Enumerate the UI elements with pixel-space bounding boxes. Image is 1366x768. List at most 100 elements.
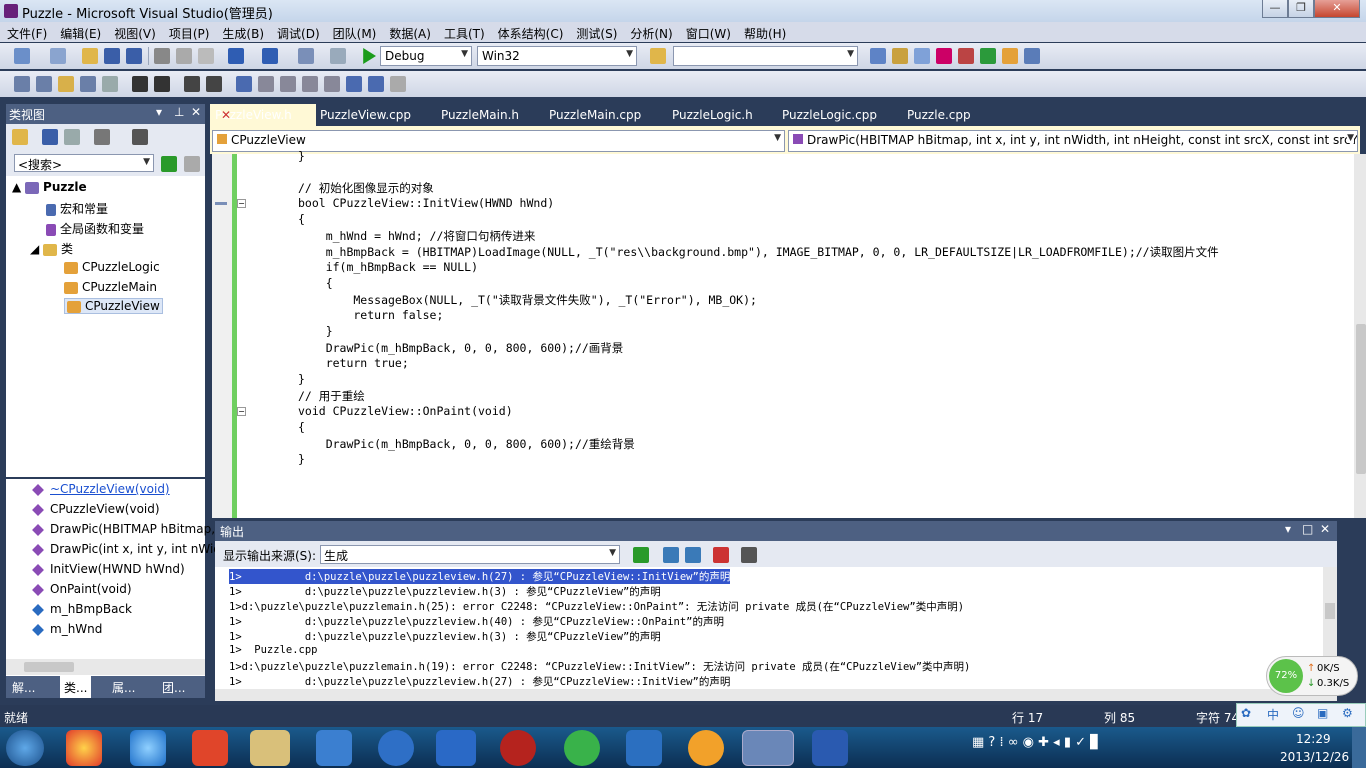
solution-platform-select[interactable]: Win32 ▼ bbox=[477, 46, 637, 66]
toolbox-icon[interactable] bbox=[936, 48, 952, 64]
decrease-indent-icon[interactable] bbox=[132, 76, 148, 92]
undo-icon[interactable] bbox=[228, 48, 244, 64]
tree-item-cpuzzleview[interactable]: CPuzzleView bbox=[64, 298, 163, 314]
increase-indent-icon[interactable] bbox=[154, 76, 170, 92]
panel-dropdown-icon[interactable]: ▾ bbox=[156, 105, 162, 119]
tab-puzzlelogic-cpp[interactable]: PuzzleLogic.cpp bbox=[782, 104, 877, 126]
folder-icon[interactable] bbox=[12, 129, 28, 145]
panel-dropdown-icon[interactable]: ▾ bbox=[1285, 522, 1291, 536]
display-parameter-info-icon[interactable] bbox=[36, 76, 52, 92]
properties-icon[interactable] bbox=[892, 48, 908, 64]
extension-icon[interactable] bbox=[980, 48, 996, 64]
tree-item-macros[interactable]: 宏和常量 bbox=[46, 200, 108, 217]
save-icon[interactable] bbox=[104, 48, 120, 64]
refresh-app-icon[interactable] bbox=[564, 730, 600, 766]
add-item-icon[interactable] bbox=[50, 48, 66, 64]
clear-bookmarks-icon[interactable] bbox=[390, 76, 406, 92]
menu-team[interactable]: 团队(M) bbox=[326, 22, 383, 42]
tools-icon[interactable] bbox=[958, 48, 974, 64]
find-symbol-icon[interactable] bbox=[132, 129, 148, 145]
list-item[interactable]: InitView(HWND hWnd) bbox=[6, 562, 185, 576]
find-in-files-icon[interactable] bbox=[650, 48, 666, 64]
browser-app-icon[interactable] bbox=[688, 730, 724, 766]
tree-root[interactable]: ▲ Puzzle bbox=[12, 180, 87, 194]
menu-data[interactable]: 数据(A) bbox=[382, 22, 437, 42]
maximize-panel-icon[interactable]: □ bbox=[1302, 522, 1313, 536]
next-bookmark-doc-icon[interactable] bbox=[368, 76, 384, 92]
menu-project[interactable]: 项目(P) bbox=[162, 22, 216, 42]
taskbar-app-icon[interactable] bbox=[66, 730, 102, 766]
list-item[interactable]: DrawPic(int x, int y, int nWid bbox=[6, 542, 221, 556]
tree-item-cpuzzlelogic[interactable]: CPuzzleLogic bbox=[64, 260, 160, 274]
image-icon[interactable]: ▣ bbox=[1317, 706, 1328, 720]
emoji-icon[interactable]: ☺ bbox=[1292, 706, 1305, 720]
network-meter[interactable]: 72% ↑ 0K/S ↓ 0.3K/S bbox=[1266, 656, 1358, 696]
editor-vscrollbar[interactable] bbox=[1354, 154, 1366, 518]
back-icon[interactable] bbox=[42, 129, 58, 145]
code-editor[interactable]: − − } // 初始化图像显示的对象 bool CPuzzleView::In… bbox=[212, 149, 1366, 518]
close-button[interactable]: ✕ bbox=[1314, 0, 1360, 18]
tab-team-explorer[interactable]: 团... bbox=[162, 679, 185, 696]
find-message-icon[interactable] bbox=[633, 547, 649, 563]
menu-help[interactable]: 帮助(H) bbox=[737, 22, 792, 42]
menu-tools[interactable]: 工具(T) bbox=[437, 22, 491, 42]
clear-all-icon[interactable] bbox=[713, 547, 729, 563]
tab-puzzlemain-cpp[interactable]: PuzzleMain.cpp bbox=[549, 104, 641, 126]
solution-explorer-icon[interactable] bbox=[870, 48, 886, 64]
list-item[interactable]: OnPaint(void) bbox=[6, 582, 132, 596]
menu-debug[interactable]: 调试(D) bbox=[270, 22, 326, 42]
ie-window-icon[interactable] bbox=[436, 730, 476, 766]
start-debugging-icon[interactable] bbox=[363, 48, 376, 64]
list-item[interactable]: CPuzzleView(void) bbox=[6, 502, 160, 516]
menu-view[interactable]: 视图(V) bbox=[107, 22, 162, 42]
clock-date[interactable]: 2013/12/26 bbox=[1280, 750, 1349, 764]
next-bookmark-icon[interactable] bbox=[280, 76, 296, 92]
cut-icon[interactable] bbox=[154, 48, 170, 64]
tab-puzzlemain-h[interactable]: PuzzleMain.h bbox=[441, 104, 519, 126]
collapse-icon[interactable]: − bbox=[237, 199, 246, 208]
tab-puzzlelogic-h[interactable]: PuzzleLogic.h bbox=[672, 104, 753, 126]
explorer-icon[interactable] bbox=[250, 730, 290, 766]
next-bookmark-folder-icon[interactable] bbox=[324, 76, 340, 92]
uncomment-icon[interactable] bbox=[206, 76, 222, 92]
toggle-bookmark-icon[interactable] bbox=[236, 76, 252, 92]
comment-icon[interactable] bbox=[184, 76, 200, 92]
ime-mode[interactable]: 中 bbox=[1267, 706, 1279, 723]
kugou-icon[interactable] bbox=[378, 730, 414, 766]
search-go-icon[interactable] bbox=[161, 156, 177, 172]
menu-analyze[interactable]: 分析(N) bbox=[623, 22, 678, 42]
close-panel-icon[interactable]: ✕ bbox=[191, 105, 201, 119]
class-view-icon[interactable] bbox=[1002, 48, 1018, 64]
word-icon[interactable] bbox=[812, 730, 848, 766]
outdent-icon[interactable] bbox=[102, 76, 118, 92]
list-item[interactable]: m_hWnd bbox=[6, 622, 102, 636]
tree-item-classes[interactable]: ◢ 类 bbox=[30, 240, 73, 257]
quick-info-icon[interactable] bbox=[58, 76, 74, 92]
bird-app-icon[interactable] bbox=[626, 730, 662, 766]
prev-bookmark-icon[interactable] bbox=[258, 76, 274, 92]
solution-config-select[interactable]: Debug ▼ bbox=[380, 46, 472, 66]
scroll-thumb[interactable] bbox=[1325, 603, 1335, 619]
list-item[interactable]: DrawPic(HBITMAP hBitmap, bbox=[6, 522, 215, 536]
pin-icon[interactable]: ⊥ bbox=[174, 105, 184, 119]
close-tab-icon[interactable]: ✕ bbox=[221, 104, 231, 126]
output-source-select[interactable]: 生成 ▼ bbox=[320, 545, 620, 564]
minimize-button[interactable]: — bbox=[1262, 0, 1288, 18]
forward-icon[interactable] bbox=[64, 129, 80, 145]
show-desktop-button[interactable] bbox=[1352, 727, 1366, 768]
tree-item-cpuzzlemain[interactable]: CPuzzleMain bbox=[64, 280, 157, 294]
navigate-forward-icon[interactable] bbox=[330, 48, 346, 64]
members-hscrollbar[interactable] bbox=[6, 659, 205, 675]
music-player-icon[interactable] bbox=[500, 730, 536, 766]
clear-search-icon[interactable] bbox=[184, 156, 200, 172]
paste-icon[interactable] bbox=[198, 48, 214, 64]
next-message-icon[interactable] bbox=[685, 547, 701, 563]
find-combo[interactable]: ▼ bbox=[673, 46, 858, 66]
prev-bookmark-folder-icon[interactable] bbox=[302, 76, 318, 92]
visual-studio-icon[interactable] bbox=[742, 730, 794, 766]
navigate-backward-icon[interactable] bbox=[298, 48, 314, 64]
word-wrap-icon[interactable] bbox=[741, 547, 757, 563]
save-all-icon[interactable] bbox=[126, 48, 142, 64]
menu-file[interactable]: 文件(F) bbox=[0, 22, 53, 42]
tab-property-manager[interactable]: 属... bbox=[112, 679, 135, 696]
